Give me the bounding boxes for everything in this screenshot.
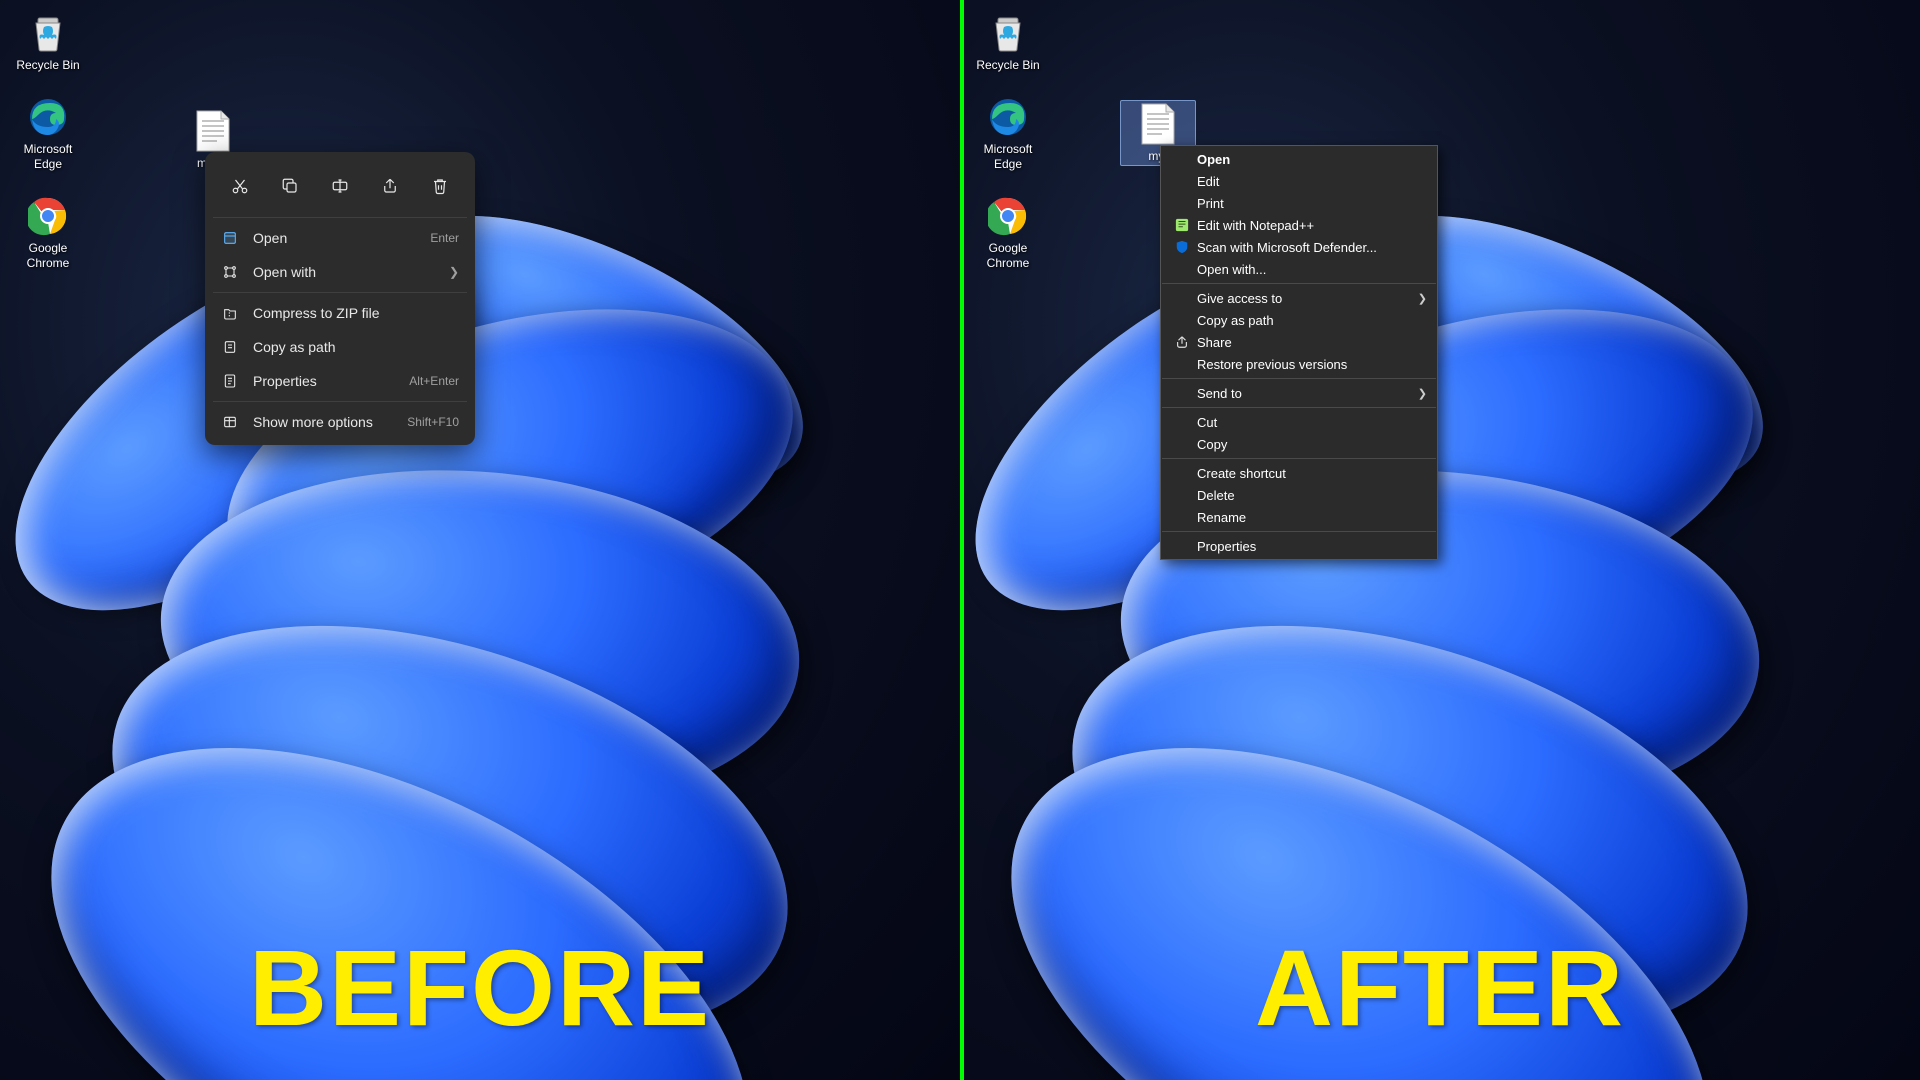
classic-context-menu: Open Edit Print Edit with Notepad++ Scan… bbox=[1160, 145, 1438, 560]
menu-label: Rename bbox=[1193, 510, 1427, 525]
chrome-label: Google Chrome bbox=[972, 241, 1044, 270]
chrome-icon[interactable]: Google Chrome bbox=[970, 193, 1046, 272]
menu-label: Copy bbox=[1193, 437, 1427, 452]
menu-label: Copy as path bbox=[1193, 313, 1427, 328]
menu-label: Compress to ZIP file bbox=[253, 305, 459, 321]
menu-delete[interactable]: Delete bbox=[1161, 484, 1437, 506]
menu-rename[interactable]: Rename bbox=[1161, 506, 1437, 528]
after-label: AFTER bbox=[1255, 925, 1625, 1050]
share-icon bbox=[1171, 334, 1193, 350]
notepad-icon bbox=[1171, 217, 1193, 233]
menu-label: Open with bbox=[253, 264, 435, 280]
menu-open-with[interactable]: Open with... bbox=[1161, 258, 1437, 280]
open-icon bbox=[221, 229, 239, 247]
menu-label: Copy as path bbox=[253, 339, 459, 355]
menu-label: Open with... bbox=[1193, 262, 1427, 277]
open-with-icon bbox=[221, 263, 239, 281]
menu-label: Delete bbox=[1193, 488, 1427, 503]
menu-label: Show more options bbox=[253, 414, 393, 430]
menu-send-to[interactable]: Send to❯ bbox=[1161, 382, 1437, 404]
menu-copy-path[interactable]: Copy as path bbox=[1161, 309, 1437, 331]
menu-restore-versions[interactable]: Restore previous versions bbox=[1161, 353, 1437, 375]
menu-label: Properties bbox=[253, 373, 395, 389]
menu-open[interactable]: Open Enter bbox=[211, 221, 469, 255]
chrome-label: Google Chrome bbox=[12, 241, 84, 270]
before-panel: Recycle Bin Microsoft Edge Google Chrome… bbox=[0, 0, 960, 1080]
panel-divider bbox=[960, 0, 964, 1080]
recycle-bin-label: Recycle Bin bbox=[16, 58, 79, 72]
menu-label: Share bbox=[1193, 335, 1427, 350]
menu-label: Give access to bbox=[1193, 291, 1418, 306]
recycle-bin-label: Recycle Bin bbox=[976, 58, 1039, 72]
menu-compress-zip[interactable]: Compress to ZIP file bbox=[211, 296, 469, 330]
menu-label: Properties bbox=[1193, 539, 1427, 554]
chevron-right-icon: ❯ bbox=[1418, 387, 1427, 400]
edge-label: Microsoft Edge bbox=[972, 142, 1044, 171]
chevron-right-icon: ❯ bbox=[449, 265, 459, 279]
menu-copy-path[interactable]: Copy as path bbox=[211, 330, 469, 364]
menu-open-with[interactable]: Open with ❯ bbox=[211, 255, 469, 289]
copy-path-icon bbox=[221, 338, 239, 356]
before-label: BEFORE bbox=[249, 925, 711, 1050]
menu-defender[interactable]: Scan with Microsoft Defender... bbox=[1161, 236, 1437, 258]
edge-icon[interactable]: Microsoft Edge bbox=[10, 94, 86, 173]
menu-accelerator: Shift+F10 bbox=[407, 415, 459, 429]
chevron-right-icon: ❯ bbox=[1418, 292, 1427, 305]
copy-icon[interactable] bbox=[272, 168, 308, 204]
menu-label: Restore previous versions bbox=[1193, 357, 1427, 372]
menu-label: Open bbox=[253, 230, 416, 246]
after-panel: Recycle Bin Microsoft Edge Google Chrome… bbox=[960, 0, 1920, 1080]
delete-icon[interactable] bbox=[422, 168, 458, 204]
properties-icon bbox=[221, 372, 239, 390]
menu-create-shortcut[interactable]: Create shortcut bbox=[1161, 462, 1437, 484]
menu-cut[interactable]: Cut bbox=[1161, 411, 1437, 433]
menu-show-more[interactable]: Show more options Shift+F10 bbox=[211, 405, 469, 439]
show-more-icon bbox=[221, 413, 239, 431]
menu-label: Send to bbox=[1193, 386, 1418, 401]
share-icon[interactable] bbox=[372, 168, 408, 204]
win11-context-menu: Open Enter Open with ❯ Compress to ZIP f… bbox=[205, 152, 475, 445]
wallpaper bbox=[960, 0, 1920, 1080]
rename-icon[interactable] bbox=[322, 168, 358, 204]
chrome-icon[interactable]: Google Chrome bbox=[10, 193, 86, 272]
menu-notepad[interactable]: Edit with Notepad++ bbox=[1161, 214, 1437, 236]
menu-label: Open bbox=[1193, 152, 1427, 167]
menu-properties[interactable]: Properties Alt+Enter bbox=[211, 364, 469, 398]
menu-open[interactable]: Open bbox=[1161, 148, 1437, 170]
menu-edit[interactable]: Edit bbox=[1161, 170, 1437, 192]
wallpaper bbox=[0, 0, 960, 1080]
menu-label: Create shortcut bbox=[1193, 466, 1427, 481]
menu-accelerator: Alt+Enter bbox=[409, 374, 459, 388]
shield-icon bbox=[1171, 239, 1193, 255]
menu-label: Edit with Notepad++ bbox=[1193, 218, 1427, 233]
menu-label: Scan with Microsoft Defender... bbox=[1193, 240, 1427, 255]
menu-print[interactable]: Print bbox=[1161, 192, 1437, 214]
menu-label: Cut bbox=[1193, 415, 1427, 430]
menu-properties[interactable]: Properties bbox=[1161, 535, 1437, 557]
edge-label: Microsoft Edge bbox=[12, 142, 84, 171]
cut-icon[interactable] bbox=[222, 168, 258, 204]
edge-icon[interactable]: Microsoft Edge bbox=[970, 94, 1046, 173]
menu-copy[interactable]: Copy bbox=[1161, 433, 1437, 455]
menu-accelerator: Enter bbox=[430, 231, 459, 245]
menu-give-access[interactable]: Give access to❯ bbox=[1161, 287, 1437, 309]
menu-label: Print bbox=[1193, 196, 1427, 211]
recycle-bin-icon[interactable]: Recycle Bin bbox=[970, 10, 1046, 74]
zip-icon bbox=[221, 304, 239, 322]
recycle-bin-icon[interactable]: Recycle Bin bbox=[10, 10, 86, 74]
menu-label: Edit bbox=[1193, 174, 1427, 189]
quick-action-row bbox=[211, 158, 469, 214]
menu-share[interactable]: Share bbox=[1161, 331, 1437, 353]
